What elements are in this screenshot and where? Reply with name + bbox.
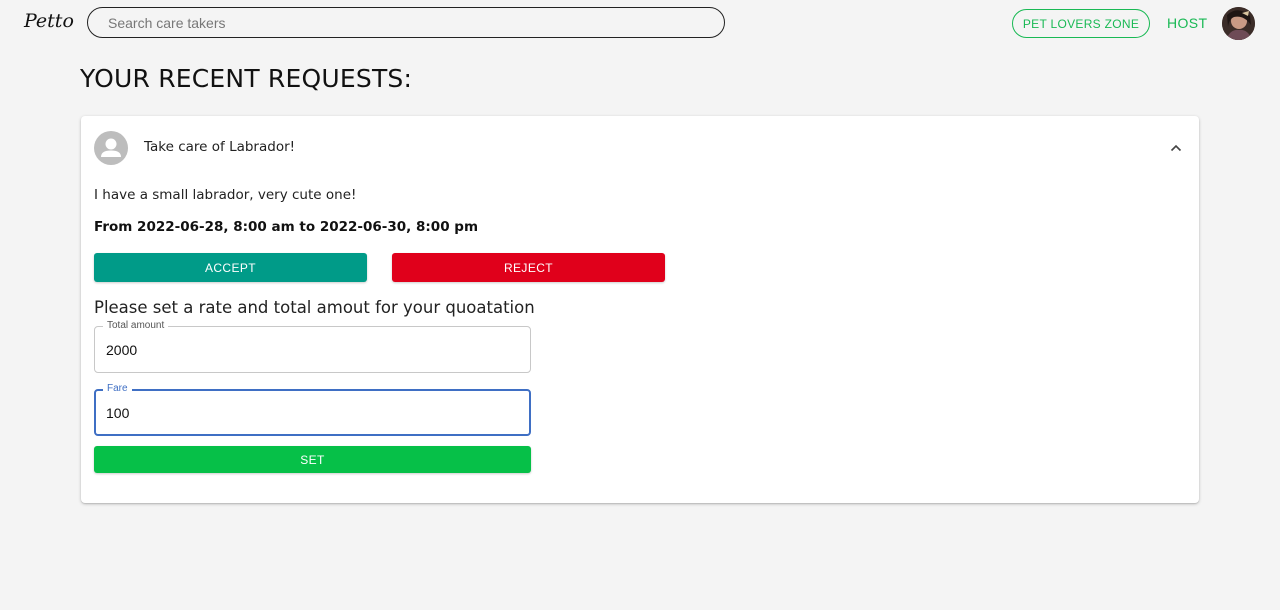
request-title: Take care of Labrador! — [144, 139, 296, 155]
accept-button[interactable]: ACCEPT — [94, 253, 367, 282]
person-icon — [94, 131, 128, 165]
total-amount-field[interactable]: Total amount — [94, 320, 531, 373]
fare-field[interactable]: Fare — [94, 383, 531, 436]
fare-input[interactable] — [106, 405, 506, 421]
fare-label: Fare — [103, 383, 132, 395]
request-date-range: From 2022-06-28, 8:00 am to 2022-06-30, … — [94, 219, 479, 235]
pet-lovers-zone-button[interactable]: PET LOVERS ZONE — [1012, 9, 1150, 38]
quotation-heading: Please set a rate and total amout for yo… — [94, 298, 535, 317]
total-amount-input[interactable] — [106, 342, 506, 358]
chevron-up-icon[interactable] — [1166, 140, 1186, 156]
set-button[interactable]: SET — [94, 446, 531, 473]
request-description: I have a small labrador, very cute one! — [94, 187, 357, 203]
total-amount-label: Total amount — [103, 320, 169, 332]
app-logo[interactable]: Petto — [24, 10, 74, 32]
user-avatar[interactable] — [1222, 7, 1255, 40]
top-navbar: Petto PET LOVERS ZONE HOST — [0, 0, 1280, 48]
user-avatar-image — [1222, 7, 1255, 40]
reject-button[interactable]: REJECT — [392, 253, 665, 282]
host-link[interactable]: HOST — [1167, 15, 1208, 31]
search-input[interactable] — [87, 7, 725, 38]
request-card: Take care of Labrador! I have a small la… — [81, 116, 1199, 503]
page-title: YOUR RECENT REQUESTS: — [80, 64, 413, 93]
